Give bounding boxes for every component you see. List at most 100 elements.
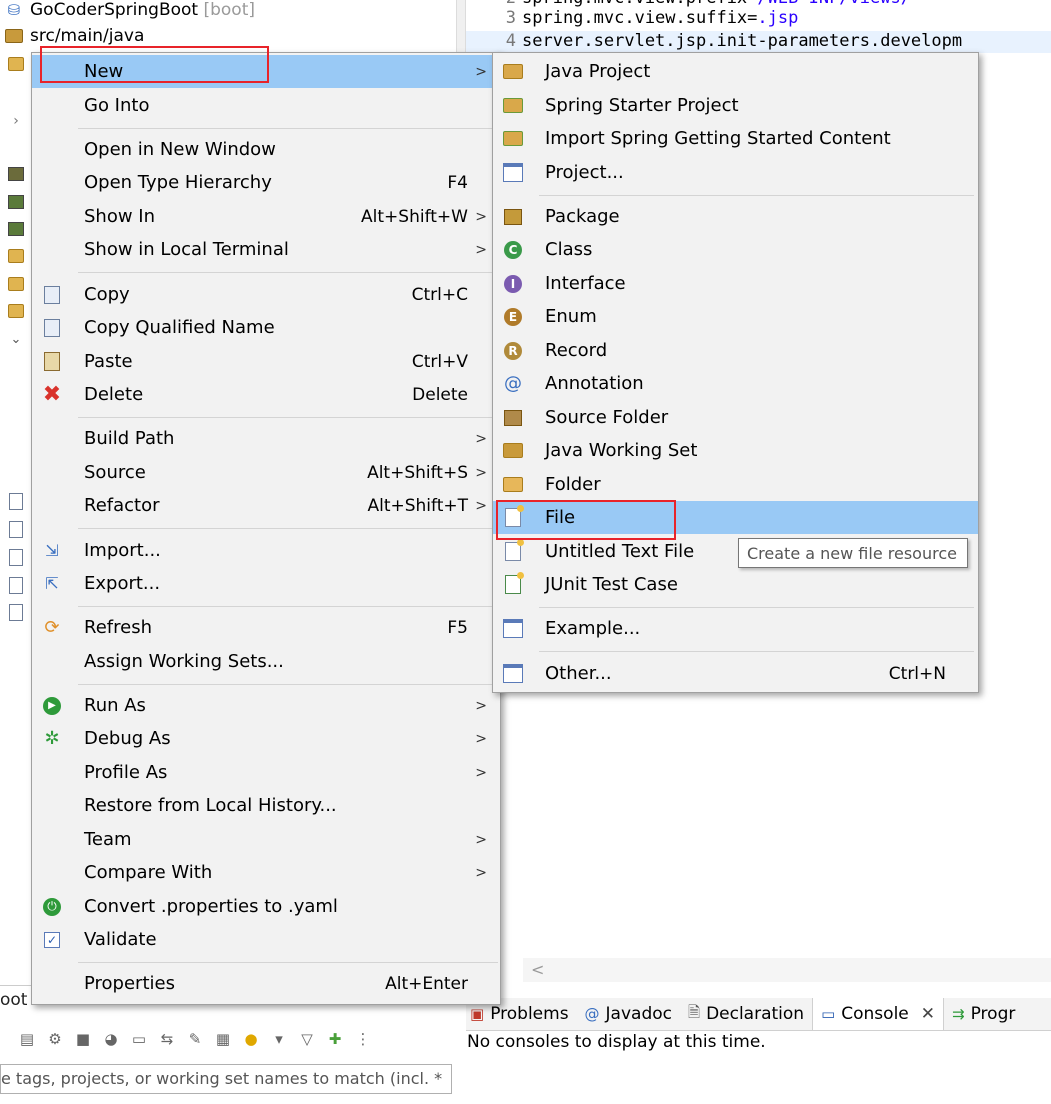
lightbulb-icon[interactable]: ● xyxy=(242,1030,260,1048)
menu-item-compare-with[interactable]: Compare With > xyxy=(32,856,500,889)
menu-item-copy[interactable]: Copy Ctrl+C xyxy=(32,278,500,311)
menu-item-assign-working-sets[interactable]: Assign Working Sets... xyxy=(32,645,500,678)
submenu-item-junit-test-case[interactable]: JUnit Test Case xyxy=(493,568,978,601)
menu-item-import[interactable]: ⇲ Import... xyxy=(32,534,500,567)
menu-separator xyxy=(78,962,498,963)
folder-icon xyxy=(8,302,24,320)
submenu-item-interface[interactable]: I Interface xyxy=(493,267,978,300)
submenu-item-example[interactable]: Example... xyxy=(493,612,978,645)
package-icon xyxy=(8,55,24,73)
submenu-item-import-spring-getting-started[interactable]: Import Spring Getting Started Content xyxy=(493,122,978,155)
code-key: spring.mvc.view.suffix= xyxy=(522,8,758,28)
menu-item-validate[interactable]: ✓ Validate xyxy=(32,923,500,956)
tree-item-project[interactable]: ⛁ GoCoderSpringBoot [boot] xyxy=(0,0,255,22)
menu-item-open-in-new-window[interactable]: Open in New Window xyxy=(32,133,500,166)
submenu-item-annotation[interactable]: @ Annotation xyxy=(493,367,978,400)
submenu-item-java-project[interactable]: Java Project xyxy=(493,55,978,88)
menu-item-convert-properties-to-yaml[interactable]: ⏻ Convert .properties to .yaml xyxy=(32,890,500,923)
menu-item-refactor[interactable]: Refactor Alt+Shift+T > xyxy=(32,489,500,522)
more-icon[interactable]: ⋮ xyxy=(354,1030,372,1048)
start-icon[interactable]: ▤ xyxy=(18,1030,36,1048)
junit-icon xyxy=(501,572,525,597)
stop-icon[interactable]: ■ xyxy=(74,1030,92,1048)
menu-item-properties[interactable]: Properties Alt+Enter xyxy=(32,967,500,1000)
editor-horizontal-scrollbar[interactable]: < xyxy=(523,958,1051,982)
menu-separator xyxy=(78,606,498,607)
menu-item-label: Profile As xyxy=(84,762,168,783)
submenu-item-class[interactable]: C Class xyxy=(493,233,978,266)
delete-icon: ✖ xyxy=(42,382,62,407)
other-icon xyxy=(501,662,525,686)
menu-item-show-in[interactable]: Show In Alt+Shift+W > xyxy=(32,200,500,233)
menu-item-debug-as[interactable]: ✲ Debug As > xyxy=(32,722,500,755)
menu-item-go-into[interactable]: Go Into xyxy=(32,89,500,122)
link-icon[interactable]: ⇆ xyxy=(158,1030,176,1048)
submenu-item-other[interactable]: Other... Ctrl+N xyxy=(493,657,978,690)
menu-item-profile-as[interactable]: Profile As > xyxy=(32,756,500,789)
dashboard-filter-input[interactable]: e tags, projects, or working set names t… xyxy=(0,1064,452,1094)
tab-label: Declaration xyxy=(706,1004,805,1024)
library-icon xyxy=(8,165,24,183)
menu-item-build-path[interactable]: Build Path > xyxy=(32,422,500,455)
menu-item-run-as[interactable]: ▶ Run As > xyxy=(32,689,500,722)
menu-item-label: Assign Working Sets... xyxy=(84,651,284,672)
at-icon: @ xyxy=(584,1005,600,1023)
chevron-down-icon[interactable]: ⌄ xyxy=(8,330,24,348)
debug-icon[interactable]: ⚙ xyxy=(46,1030,64,1048)
tree-item-src-folder[interactable]: src/main/java xyxy=(0,24,144,48)
menu-item-accelerator: F5 xyxy=(447,617,468,638)
menu-item-paste[interactable]: Paste Ctrl+V xyxy=(32,345,500,378)
menu-item-label: Source Folder xyxy=(545,407,669,428)
menu-item-team[interactable]: Team > xyxy=(32,823,500,856)
new-submenu: Java Project Spring Starter Project Impo… xyxy=(492,52,979,693)
menu-item-source[interactable]: Source Alt+Shift+S > xyxy=(32,456,500,489)
menu-item-show-in-local-terminal[interactable]: Show in Local Terminal > xyxy=(32,233,500,266)
menu-item-copy-qualified-name[interactable]: Copy Qualified Name xyxy=(32,311,500,344)
menu-item-label: Import... xyxy=(84,540,161,561)
chevron-right-icon: > xyxy=(475,864,487,881)
menu-item-refresh[interactable]: ⟳ Refresh F5 xyxy=(32,611,500,644)
tab-console[interactable]: ▭ Console ✕ xyxy=(812,998,945,1030)
scroll-left-icon[interactable]: < xyxy=(531,960,544,979)
submenu-item-source-folder[interactable]: Source Folder xyxy=(493,401,978,434)
table-icon[interactable]: ▦ xyxy=(214,1030,232,1048)
tab-progress[interactable]: ⇉ Progr xyxy=(944,998,1023,1030)
code-value: .jsp xyxy=(757,8,799,28)
tab-declaration[interactable]: 🗎 Declaration xyxy=(680,998,812,1030)
submenu-item-file[interactable]: File xyxy=(493,501,978,534)
problems-icon: ▣ xyxy=(470,1005,485,1023)
menu-item-accelerator: Alt+Enter xyxy=(385,973,468,994)
submenu-item-java-working-set[interactable]: Java Working Set xyxy=(493,434,978,467)
submenu-item-package[interactable]: Package xyxy=(493,200,978,233)
menu-item-new[interactable]: New > xyxy=(32,55,500,88)
console-icon[interactable]: ▭ xyxy=(130,1030,148,1048)
globe-icon[interactable]: ◕ xyxy=(102,1030,120,1048)
submenu-item-spring-starter-project[interactable]: Spring Starter Project xyxy=(493,89,978,122)
menu-item-label: Project... xyxy=(545,162,624,183)
menu-item-open-type-hierarchy[interactable]: Open Type Hierarchy F4 xyxy=(32,166,500,199)
add-icon[interactable]: ✚ xyxy=(326,1030,344,1048)
dropdown-icon[interactable]: ▾ xyxy=(270,1030,288,1048)
project-boot-tag: [boot] xyxy=(203,0,256,20)
close-icon[interactable]: ✕ xyxy=(921,1004,935,1024)
menu-item-delete[interactable]: ✖ Delete Delete xyxy=(32,378,500,411)
menu-item-label: Class xyxy=(545,239,593,260)
file-icon xyxy=(8,576,24,594)
chevron-right-icon[interactable]: › xyxy=(8,112,24,130)
menu-item-label: Interface xyxy=(545,273,626,294)
progress-icon: ⇉ xyxy=(952,1005,965,1023)
filter-icon[interactable]: ▽ xyxy=(298,1030,316,1048)
menu-item-export[interactable]: ⇱ Export... xyxy=(32,567,500,600)
tab-javadoc[interactable]: @ Javadoc xyxy=(577,998,680,1030)
menu-item-restore-from-local-history[interactable]: Restore from Local History... xyxy=(32,789,500,822)
menu-item-label: Properties xyxy=(84,973,175,994)
menu-item-accelerator: Ctrl+V xyxy=(411,351,468,372)
console-message: No consoles to display at this time. xyxy=(467,1032,766,1052)
edit-icon[interactable]: ✎ xyxy=(186,1030,204,1048)
menu-item-label: File xyxy=(545,507,576,528)
record-icon: R xyxy=(501,339,525,363)
submenu-item-enum[interactable]: E Enum xyxy=(493,300,978,333)
submenu-item-record[interactable]: R Record xyxy=(493,334,978,367)
submenu-item-folder[interactable]: Folder xyxy=(493,468,978,501)
submenu-item-project[interactable]: Project... xyxy=(493,156,978,189)
